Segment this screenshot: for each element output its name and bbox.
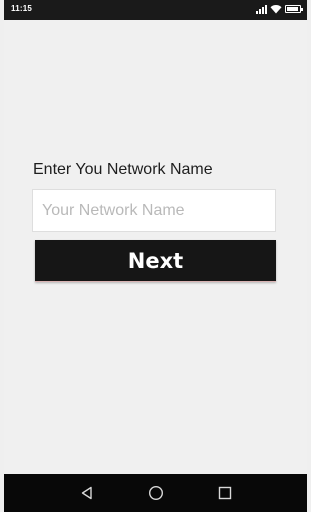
next-button[interactable]: Next [35,240,276,282]
home-button[interactable] [145,482,167,504]
back-button[interactable] [76,482,98,504]
navigation-bar [4,474,307,512]
status-icons [256,4,303,14]
home-icon [148,485,164,501]
status-time: 11:15 [11,4,33,13]
battery-icon [285,5,303,13]
status-bar: 11:15 [4,0,307,20]
wifi-icon [270,5,282,14]
back-icon [81,486,92,500]
network-name-input[interactable] [32,189,276,232]
recent-apps-icon [218,486,232,500]
signal-icon [256,4,267,14]
network-name-label: Enter You Network Name [33,161,213,178]
recent-apps-button[interactable] [214,482,236,504]
